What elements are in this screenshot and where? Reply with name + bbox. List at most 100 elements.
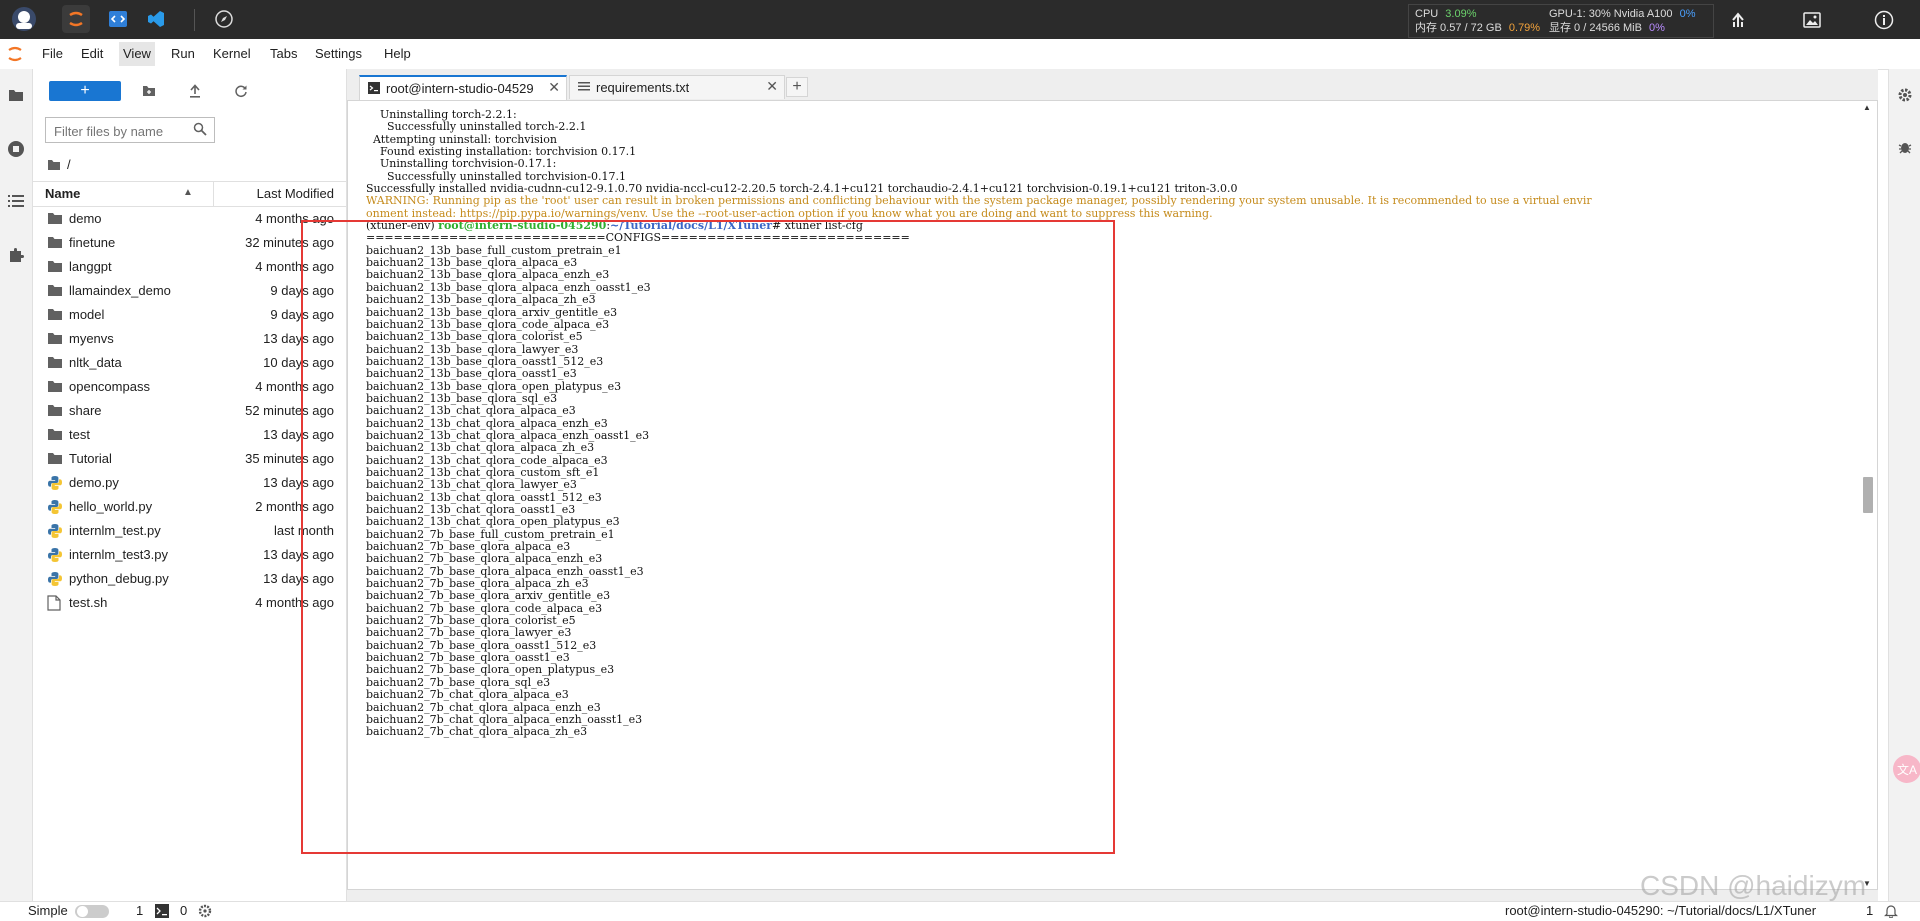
- jupyter-app-icon[interactable]: [62, 5, 90, 33]
- vscode-app-icon[interactable]: [142, 5, 170, 33]
- image-icon[interactable]: [1800, 8, 1824, 32]
- file-row[interactable]: finetune 32 minutes ago: [33, 231, 346, 255]
- column-divider[interactable]: [213, 182, 214, 206]
- extensions-puzzle-icon[interactable]: [6, 245, 26, 265]
- terminal-status-icon[interactable]: [155, 904, 169, 921]
- python-file-icon: [47, 547, 63, 563]
- file-filter-input[interactable]: [52, 121, 196, 141]
- tab-bar: root@intern-studio-04529 ✕ requirements.…: [347, 69, 1878, 100]
- code-app-icon[interactable]: [104, 5, 132, 33]
- file-row[interactable]: internlm_test3.py 13 days ago: [33, 543, 346, 567]
- file-name: demo.py: [69, 475, 119, 490]
- menu-help[interactable]: Help: [384, 46, 411, 61]
- folder-icon: [47, 403, 63, 419]
- file-row[interactable]: model 9 days ago: [33, 303, 346, 327]
- config-item: baichuan2_7b_base_qlora_alpaca_enzh_e3: [366, 552, 603, 566]
- breadcrumb-root[interactable]: /: [67, 157, 71, 172]
- add-tab-icon[interactable]: +: [786, 77, 808, 97]
- upload-icon[interactable]: [185, 81, 205, 101]
- scrollbar-thumb[interactable]: [1863, 477, 1873, 513]
- column-header-name[interactable]: Name: [45, 186, 80, 201]
- folder-icon[interactable]: [6, 85, 26, 105]
- file-row[interactable]: internlm_test.py last month: [33, 519, 346, 543]
- file-list-header: Name ▲ Last Modified: [33, 181, 346, 207]
- file-modified: 4 months ago: [255, 211, 334, 226]
- table-of-contents-icon[interactable]: [6, 191, 26, 211]
- prompt-env: (xtuner-env): [366, 219, 439, 233]
- left-activity-bar: [0, 69, 33, 901]
- new-folder-icon[interactable]: [139, 81, 159, 101]
- notification-bell-icon[interactable]: [1884, 904, 1898, 921]
- file-filter-search: [45, 117, 215, 143]
- breadcrumb-folder-icon[interactable]: [47, 159, 61, 171]
- file-row[interactable]: opencompass 4 months ago: [33, 375, 346, 399]
- tab-terminal[interactable]: root@intern-studio-04529 ✕: [359, 75, 567, 100]
- file-browser: + / Name ▲ Last Modified demo 4 months ag…: [33, 69, 347, 901]
- tab-requirements-label: requirements.txt: [596, 80, 690, 95]
- compass-icon[interactable]: [210, 5, 238, 33]
- file-row[interactable]: demo 4 months ago: [33, 207, 346, 231]
- file-modified: 13 days ago: [263, 571, 334, 586]
- menu-view[interactable]: View: [119, 42, 155, 66]
- status-right-count[interactable]: 1: [1866, 903, 1873, 918]
- tab-close-icon[interactable]: ✕: [548, 79, 560, 96]
- terminal-panel[interactable]: Uninstalling torch-2.2.1: Successfully u…: [347, 100, 1878, 890]
- terminal-output: Uninstalling torch-2.2.1: Successfully u…: [366, 108, 1592, 739]
- terminal-warning-line: WARNING: Running pip as the 'root' user …: [366, 194, 1592, 208]
- settings-status-icon[interactable]: [198, 904, 212, 921]
- menu-settings[interactable]: Settings: [315, 46, 362, 61]
- file-name: hello_world.py: [69, 499, 153, 514]
- running-stop-icon[interactable]: [6, 139, 26, 159]
- avatar-icon[interactable]: [10, 5, 38, 33]
- new-launcher-button[interactable]: +: [49, 81, 121, 101]
- breadcrumb: /: [47, 157, 71, 172]
- python-file-icon: [47, 475, 63, 491]
- file-modified: 13 days ago: [263, 475, 334, 490]
- menu-file[interactable]: File: [42, 46, 63, 61]
- translate-floating-icon[interactable]: 文A: [1893, 755, 1920, 783]
- config-item: baichuan2_13b_base_qlora_colorist_e5: [366, 330, 583, 344]
- file-row[interactable]: share 52 minutes ago: [33, 399, 346, 423]
- property-inspector-gear-icon[interactable]: [1895, 85, 1915, 105]
- configs-header: ==========================CONFIGS=======…: [366, 231, 910, 245]
- tab-close-icon[interactable]: ✕: [766, 78, 778, 95]
- folder-icon: [47, 355, 63, 371]
- file-row[interactable]: test.sh 4 months ago: [33, 591, 346, 615]
- file-row[interactable]: Tutorial 35 minutes ago: [33, 447, 346, 471]
- debugger-bug-icon[interactable]: [1895, 137, 1915, 157]
- terminal-scrollbar[interactable]: ▲ ▼: [1861, 101, 1873, 889]
- config-item: baichuan2_13b_base_qlora_alpaca_enzh_e3: [366, 268, 610, 282]
- config-item: baichuan2_13b_chat_qlora_lawyer_e3: [366, 478, 577, 492]
- menu-bar: File Edit View Run Kernel Tabs Settings …: [0, 39, 1920, 70]
- topbar-divider: [194, 9, 195, 31]
- scroll-up-arrow-icon[interactable]: ▲: [1863, 103, 1871, 112]
- terminal-count[interactable]: 0: [180, 903, 187, 918]
- menu-kernel[interactable]: Kernel: [213, 46, 251, 61]
- menu-edit[interactable]: Edit: [81, 46, 103, 61]
- config-item: baichuan2_13b_chat_qlora_alpaca_zh_e3: [366, 441, 595, 455]
- file-row[interactable]: demo.py 13 days ago: [33, 471, 346, 495]
- simple-mode-toggle[interactable]: [75, 905, 109, 918]
- upload-arrow-icon[interactable]: [1726, 8, 1750, 32]
- file-row[interactable]: nltk_data 10 days ago: [33, 351, 346, 375]
- file-modified: 9 days ago: [270, 307, 334, 322]
- refresh-icon[interactable]: [231, 81, 251, 101]
- file-row[interactable]: myenvs 13 days ago: [33, 327, 346, 351]
- file-modified: 4 months ago: [255, 259, 334, 274]
- kernel-count[interactable]: 1: [136, 903, 143, 918]
- menu-run[interactable]: Run: [171, 46, 195, 61]
- memory-label: 内存 0.57 / 72 GB: [1415, 22, 1502, 34]
- file-row[interactable]: python_debug.py 13 days ago: [33, 567, 346, 591]
- prompt-user: root@intern-studio-045290: [438, 219, 607, 233]
- search-icon: [193, 122, 209, 138]
- file-row[interactable]: llamaindex_demo 9 days ago: [33, 279, 346, 303]
- tab-requirements[interactable]: requirements.txt ✕: [569, 75, 785, 99]
- column-header-last-modified[interactable]: Last Modified: [257, 186, 334, 201]
- folder-icon: [47, 283, 63, 299]
- sort-ascending-icon[interactable]: ▲: [183, 187, 193, 198]
- file-row[interactable]: hello_world.py 2 months ago: [33, 495, 346, 519]
- file-row[interactable]: test 13 days ago: [33, 423, 346, 447]
- menu-tabs[interactable]: Tabs: [270, 46, 297, 61]
- info-icon[interactable]: [1872, 8, 1896, 32]
- file-row[interactable]: langgpt 4 months ago: [33, 255, 346, 279]
